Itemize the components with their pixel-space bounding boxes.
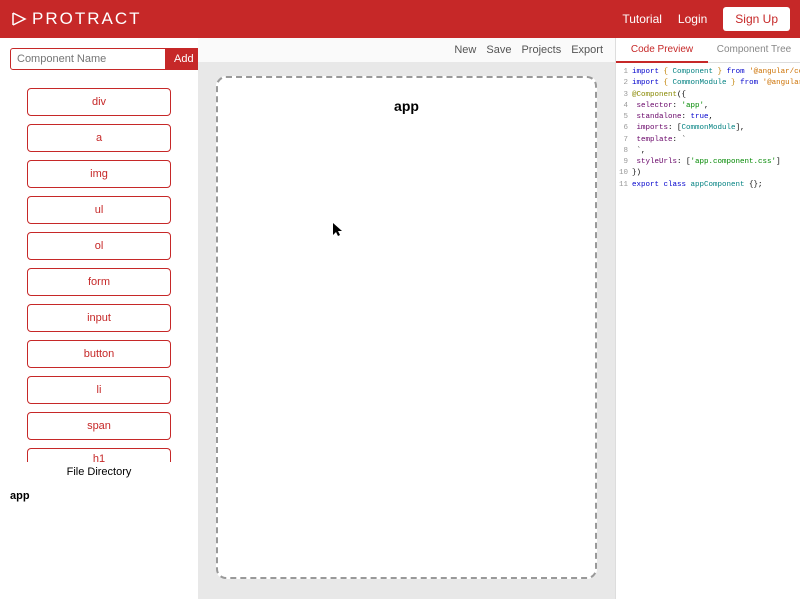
- signup-button[interactable]: Sign Up: [723, 7, 790, 31]
- element-button[interactable]: button: [27, 340, 171, 368]
- protract-icon: [10, 10, 28, 28]
- canvas-wrapper: app: [198, 62, 615, 599]
- login-link[interactable]: Login: [678, 12, 707, 26]
- code-line: 7 template: `: [618, 135, 798, 146]
- element-h1[interactable]: h1: [27, 448, 171, 462]
- element-img[interactable]: img: [27, 160, 171, 188]
- file-directory-heading: File Directory: [10, 466, 188, 478]
- element-input[interactable]: input: [27, 304, 171, 332]
- file-directory-root[interactable]: app: [10, 490, 188, 502]
- code-line: 8 `,: [618, 146, 798, 157]
- save-button[interactable]: Save: [486, 44, 511, 56]
- code-line: 6 imports: [CommonModule],: [618, 123, 798, 134]
- main-layout: Add div a img ul ol form input button li…: [0, 38, 800, 599]
- element-palette: div a img ul ol form input button li spa…: [10, 88, 188, 462]
- cursor-icon: [333, 223, 343, 240]
- element-div[interactable]: div: [27, 88, 171, 116]
- element-ol[interactable]: ol: [27, 232, 171, 260]
- code-line: 3@Component({: [618, 90, 798, 101]
- right-panel: Code Preview Component Tree 1import { Co…: [615, 38, 800, 599]
- code-line: 1import { Component } from '@angular/cor…: [618, 67, 798, 78]
- element-ul[interactable]: ul: [27, 196, 171, 224]
- center-panel: New Save Projects Export app: [198, 38, 615, 599]
- element-a[interactable]: a: [27, 124, 171, 152]
- code-preview: 1import { Component } from '@angular/cor…: [616, 63, 800, 195]
- projects-button[interactable]: Projects: [521, 44, 561, 56]
- header-nav: Tutorial Login Sign Up: [622, 7, 790, 31]
- component-name-input[interactable]: [10, 48, 166, 70]
- left-sidebar: Add div a img ul ol form input button li…: [0, 38, 198, 599]
- element-span[interactable]: span: [27, 412, 171, 440]
- element-li[interactable]: li: [27, 376, 171, 404]
- canvas-toolbar: New Save Projects Export: [198, 38, 615, 62]
- add-button[interactable]: Add: [166, 48, 202, 70]
- tab-code-preview[interactable]: Code Preview: [616, 38, 708, 63]
- export-button[interactable]: Export: [571, 44, 603, 56]
- brand-text: PROTRACT: [32, 9, 142, 29]
- code-line: 9 styleUrls: ['app.component.css']: [618, 157, 798, 168]
- app-header: PROTRACT Tutorial Login Sign Up: [0, 0, 800, 38]
- design-canvas[interactable]: app: [216, 76, 597, 579]
- new-button[interactable]: New: [454, 44, 476, 56]
- add-component-row: Add: [10, 48, 188, 70]
- canvas-root-label: app: [218, 98, 595, 114]
- code-line: 4 selector: 'app',: [618, 101, 798, 112]
- tutorial-link[interactable]: Tutorial: [622, 12, 662, 26]
- right-tabs: Code Preview Component Tree: [616, 38, 800, 63]
- element-form[interactable]: form: [27, 268, 171, 296]
- code-line: 2import { CommonModule } from '@angular/…: [618, 78, 798, 89]
- code-line: 11export class appComponent {};: [618, 180, 798, 191]
- code-line: 5 standalone: true,: [618, 112, 798, 123]
- code-line: 10}): [618, 168, 798, 179]
- brand-logo: PROTRACT: [10, 9, 142, 29]
- tab-component-tree[interactable]: Component Tree: [708, 38, 800, 63]
